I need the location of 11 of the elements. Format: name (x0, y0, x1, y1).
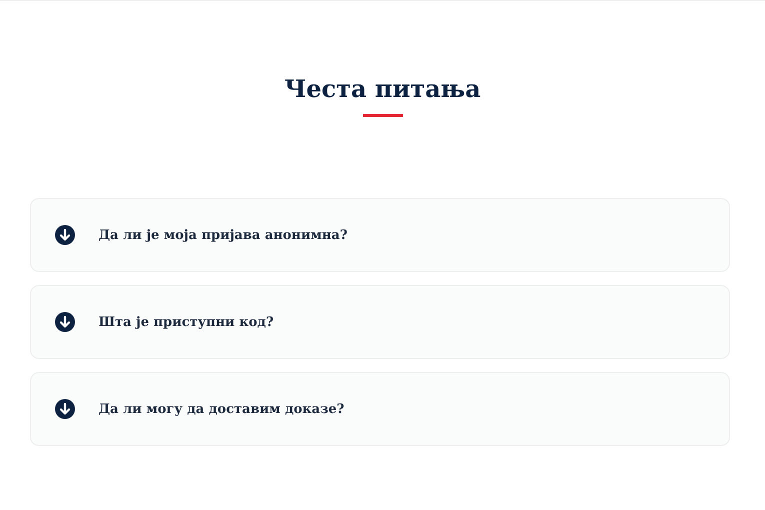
faq-item[interactable]: Шта је приступни код? (30, 285, 730, 359)
title-underline (362, 114, 402, 117)
question-text: Шта је приступни код? (98, 314, 274, 330)
question-text: Да ли могу да доставим доказе? (98, 402, 344, 416)
faq-item[interactable]: Да ли је моја пријава анонимна? (30, 198, 730, 272)
section-title: Честа питања (284, 73, 481, 105)
arrow-circle-icon (54, 225, 74, 245)
question-text: Да ли је моја пријава анонимна? (98, 228, 348, 242)
arrow-circle-icon (54, 312, 74, 332)
faq-item[interactable]: Да ли могу да доставим доказе? (30, 372, 730, 446)
arrow-circle-icon (54, 399, 74, 419)
